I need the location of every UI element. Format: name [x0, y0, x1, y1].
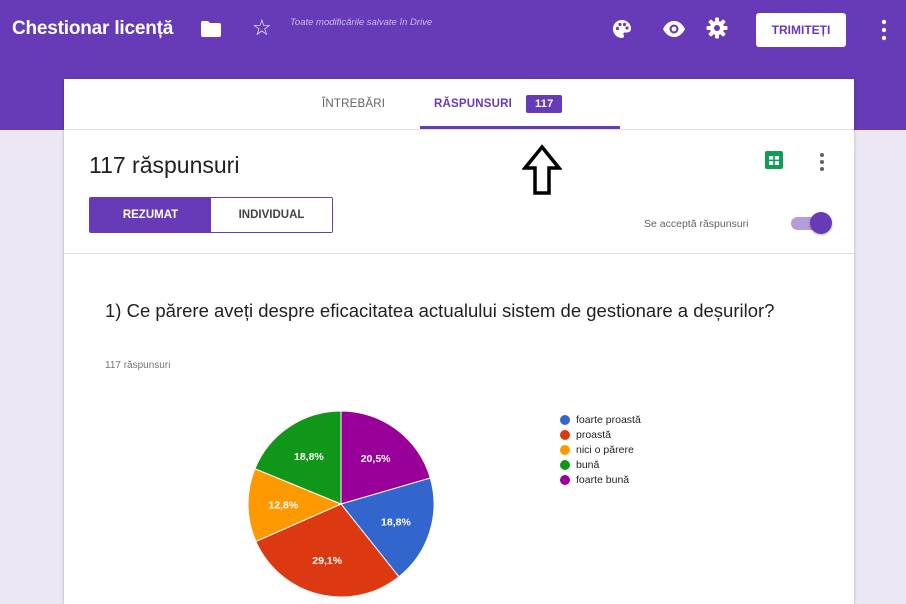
legend-item[interactable]: foarte proastă: [560, 412, 641, 427]
question-title: 1) Ce părere aveți despre eficacitatea a…: [105, 300, 775, 321]
tab-responses[interactable]: RĂSPUNSURI 117: [434, 79, 563, 129]
legend-swatch: [560, 459, 570, 470]
individual-view-button[interactable]: INDIVIDUAL: [211, 198, 332, 232]
summary-view-button[interactable]: REZUMAT: [90, 198, 211, 232]
pie-slice-label-3: 18,8%: [294, 451, 324, 463]
legend-label: foarte bună: [576, 473, 630, 486]
save-status: Toate modificările salvate în Drive: [290, 17, 433, 28]
gear-icon[interactable]: [706, 17, 728, 39]
section-divider: [64, 253, 854, 254]
more-vert-icon[interactable]: [880, 19, 888, 41]
active-tab-indicator: [420, 126, 620, 129]
pie-slice-label-1: 29,1%: [312, 555, 342, 567]
form-title[interactable]: Chestionar licență: [12, 18, 173, 40]
legend-swatch: [560, 474, 570, 485]
view-toggle: REZUMAT INDIVIDUAL: [89, 197, 333, 233]
question-response-count: 117 răspunsuri: [105, 360, 171, 371]
legend-item[interactable]: bună: [560, 457, 641, 472]
sheets-icon[interactable]: [765, 151, 783, 169]
tab-bar: ÎNTREBĂRI RĂSPUNSURI 117: [64, 79, 854, 130]
eye-icon[interactable]: [662, 20, 686, 38]
star-icon[interactable]: ☆: [252, 16, 272, 40]
up-arrow-icon: [522, 144, 562, 195]
legend-swatch: [560, 444, 570, 455]
legend-label: bună: [576, 458, 600, 471]
palette-icon[interactable]: [612, 19, 632, 39]
pie-slice-label-4: 20,5%: [361, 453, 391, 465]
legend-label: proastă: [576, 428, 612, 441]
pie-slice-label-0: 18,8%: [381, 516, 411, 528]
accepting-responses-label: Se acceptă răspunsuri: [644, 218, 749, 230]
legend-item[interactable]: foarte bună: [560, 472, 641, 487]
chart-legend: foarte proastă proastă nici o părere bună fo…: [560, 412, 641, 487]
responses-count-heading: 117 răspunsuri: [89, 152, 240, 178]
legend-item[interactable]: nici o părere: [560, 442, 641, 457]
responses-count-badge: 117: [526, 95, 563, 113]
legend-item[interactable]: proastă: [560, 427, 641, 442]
pie-chart: 20,5% 18,8% 29,1% 12,8% 18,8%: [247, 410, 435, 598]
legend-label: nici o părere: [576, 443, 634, 456]
tab-questions[interactable]: ÎNTREBĂRI: [322, 79, 385, 129]
header-toolbar: Chestionar licență ☆ Toate modificările …: [0, 0, 906, 58]
legend-label: foarte proastă: [576, 413, 641, 426]
folder-icon[interactable]: [201, 21, 221, 37]
responses-card: ÎNTREBĂRI RĂSPUNSURI 117 117 răspunsuri …: [64, 79, 854, 604]
pie-slice-label-2: 12,8%: [268, 500, 298, 512]
tab-questions-label: ÎNTREBĂRI: [322, 98, 386, 110]
accepting-toggle-knob[interactable]: [810, 212, 832, 234]
legend-swatch: [560, 414, 570, 425]
more-options-icon[interactable]: [819, 152, 825, 172]
send-button[interactable]: TRIMITEȚI: [756, 13, 846, 47]
tab-responses-label: RĂSPUNSURI: [434, 98, 513, 110]
legend-swatch: [560, 429, 570, 440]
